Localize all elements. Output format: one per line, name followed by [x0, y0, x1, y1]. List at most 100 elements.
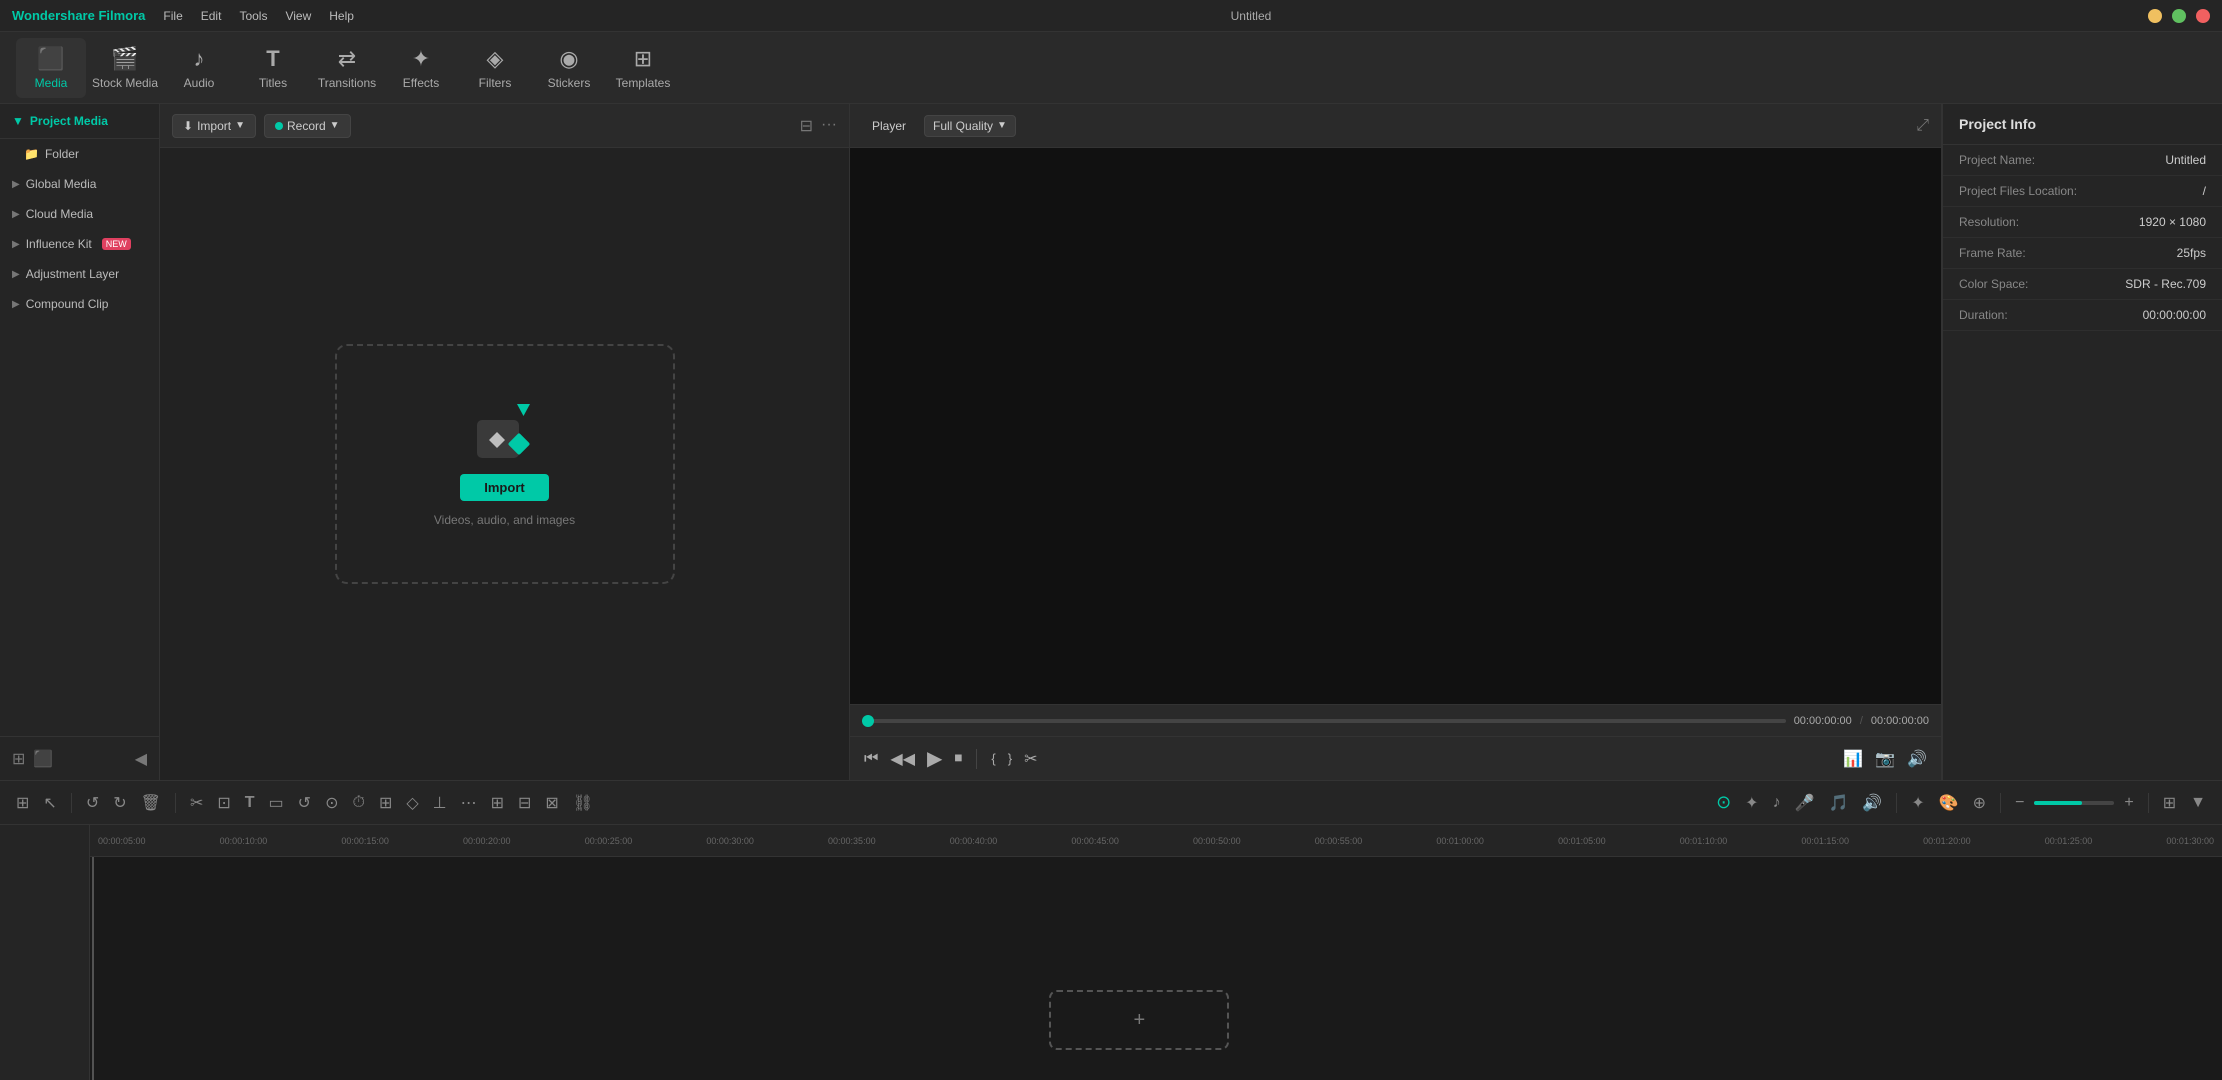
sidebar-item-influence-kit[interactable]: ▶ Influence Kit NEW [0, 229, 159, 259]
sidebar-item-compound-clip[interactable]: ▶ Compound Clip [0, 289, 159, 319]
toolbar-stickers-label: Stickers [548, 76, 591, 90]
toolbar-separator [71, 793, 72, 813]
zoom-out-button[interactable]: − [2011, 792, 2028, 814]
sidebar-item-adjustment-layer[interactable]: ▶ Adjustment Layer [0, 259, 159, 289]
color-button[interactable]: 🎨 [1935, 791, 1963, 815]
snapshot-icon[interactable]: 📷 [1873, 747, 1897, 771]
group-button[interactable]: ⊟ [514, 791, 535, 815]
toolbar-stock-media[interactable]: 🎬 Stock Media [90, 38, 160, 98]
loop-button[interactable]: ↺ [294, 791, 315, 815]
play-button[interactable]: ▶ [925, 744, 944, 773]
fullscreen-icon[interactable]: ⤢ [1916, 117, 1929, 134]
tick-3: 00:00:20:00 [463, 836, 511, 846]
progress-track[interactable] [862, 719, 1786, 723]
grid-view-button[interactable]: ⊞ [2159, 791, 2180, 815]
rewind-button[interactable]: ◀◀ [888, 747, 917, 771]
mark-in-icon[interactable]: { [989, 749, 997, 768]
voice-button[interactable]: 🔊 [1858, 791, 1886, 815]
project-info-duration-value: 00:00:00:00 [2143, 308, 2206, 322]
menu-tools[interactable]: Tools [239, 9, 267, 23]
toolbar-titles[interactable]: T Titles [238, 38, 308, 98]
add-media-icon[interactable]: ⬛ [33, 749, 53, 769]
sidebar-item-folder[interactable]: 📁 Folder [0, 139, 159, 169]
zoom-in-button[interactable]: + [2120, 792, 2137, 814]
delete-button[interactable]: 🗑 [137, 791, 165, 815]
menu-edit[interactable]: Edit [201, 9, 222, 23]
tick-0: 00:00:05:00 [98, 836, 146, 846]
menu-view[interactable]: View [285, 9, 311, 23]
project-info-resolution-label: Resolution: [1959, 215, 2019, 229]
diamond-button[interactable]: ◇ [402, 791, 422, 815]
select-tool[interactable]: ↖ [39, 791, 60, 815]
stickers-icon: ◉ [559, 46, 578, 72]
toolbar-effects[interactable]: ✦ Effects [386, 38, 456, 98]
zoom-slider[interactable] [2034, 801, 2114, 805]
tick-12: 00:01:05:00 [1558, 836, 1606, 846]
toolbar-media[interactable]: ⬛ Media [16, 38, 86, 98]
import-drop-zone[interactable]: Import Videos, audio, and images [335, 344, 675, 584]
speed-button[interactable]: ⊙ [321, 791, 342, 815]
toolbar-stock-media-label: Stock Media [92, 76, 158, 90]
effects-timeline-button[interactable]: ✦ [1907, 791, 1928, 815]
text-button[interactable]: T [241, 792, 259, 814]
toolbar-stickers[interactable]: ◉ Stickers [534, 38, 604, 98]
more-options-button[interactable]: ▼ [2186, 792, 2210, 814]
redo-button[interactable]: ↻ [109, 791, 130, 815]
ai-button[interactable]: ✦ [1741, 791, 1762, 815]
trim-icon[interactable]: ✂ [1022, 747, 1039, 771]
close-button[interactable] [2196, 9, 2210, 23]
undo-button[interactable]: ↺ [82, 791, 103, 815]
maximize-button[interactable] [2172, 9, 2186, 23]
compound-button[interactable]: ⊠ [541, 791, 562, 815]
chevron-right-icon: ▶ [12, 179, 20, 190]
crop-media-button[interactable]: ⊞ [375, 791, 396, 815]
sidebar-item-global-media[interactable]: ▶ Global Media [0, 169, 159, 199]
cut-button[interactable]: ✂ [186, 791, 207, 815]
toolbar-templates[interactable]: ⊞ Templates [608, 38, 678, 98]
quality-selector[interactable]: Full Quality ▼ [924, 115, 1016, 137]
record-timeline-button[interactable]: ⊙ [1712, 790, 1735, 815]
import-zone-svg [475, 402, 535, 462]
record-button[interactable]: Record ▼ [264, 114, 351, 138]
filter-icon[interactable]: ⊟ [800, 116, 813, 136]
collapse-sidebar-icon[interactable]: ◀ [135, 749, 147, 769]
rect-tool[interactable]: ▭ [265, 791, 288, 815]
chevron-right-icon: ▶ [12, 209, 20, 220]
toolbar-audio[interactable]: ♪ Audio [164, 38, 234, 98]
prev-frame-button[interactable]: ⏮ [862, 748, 880, 770]
minimize-button[interactable] [2148, 9, 2162, 23]
more-options-icon[interactable]: ··· [821, 116, 837, 136]
import-zone-button[interactable]: Import [460, 474, 548, 501]
detach-button[interactable]: ⊞ [487, 791, 508, 815]
snap-button[interactable]: ⊞ [12, 791, 33, 815]
controls-separator [976, 749, 977, 769]
toolbar-filters[interactable]: ◈ Filters [460, 38, 530, 98]
timer-button[interactable]: ⏱ [348, 792, 368, 814]
link-button[interactable]: ⋯ [457, 791, 481, 815]
audio-meter-icon[interactable]: 📊 [1841, 747, 1865, 771]
stock-media-icon: 🎬 [111, 46, 138, 72]
volume-icon[interactable]: 🔊 [1905, 747, 1929, 771]
ruler[interactable]: 00:00:05:00 00:00:10:00 00:00:15:00 00:0… [90, 825, 2222, 857]
music-note-button[interactable]: 🎵 [1824, 791, 1852, 815]
import-button[interactable]: ⬇ Import ▼ [172, 114, 256, 138]
sidebar-item-cloud-media[interactable]: ▶ Cloud Media [0, 199, 159, 229]
media-toolbar-right: ⊟ ··· [800, 116, 837, 136]
crop-button[interactable]: ⊡ [213, 791, 234, 815]
mark-out-icon[interactable]: } [1006, 749, 1014, 768]
audio-track-button[interactable]: ♪ [1769, 792, 1785, 814]
menu-file[interactable]: File [163, 9, 182, 23]
timeline-drop-zone[interactable]: + [1049, 990, 1229, 1050]
media-icon: ⬛ [37, 46, 64, 72]
split-button[interactable]: ⊥ [429, 791, 451, 815]
chain-button[interactable]: ⛓ [569, 791, 597, 815]
player-tab[interactable]: Player [862, 115, 916, 137]
toolbar-transitions[interactable]: ⇄ Transitions [312, 38, 382, 98]
add-folder-icon[interactable]: ⊞ [12, 749, 25, 769]
menu-help[interactable]: Help [329, 9, 354, 23]
project-info-framerate-value: 25fps [2177, 246, 2206, 260]
tick-14: 00:01:15:00 [1801, 836, 1849, 846]
stop-button[interactable]: ⏹ [952, 748, 964, 770]
motion-button[interactable]: ⊕ [1969, 791, 1990, 815]
mic-button[interactable]: 🎤 [1791, 791, 1819, 815]
